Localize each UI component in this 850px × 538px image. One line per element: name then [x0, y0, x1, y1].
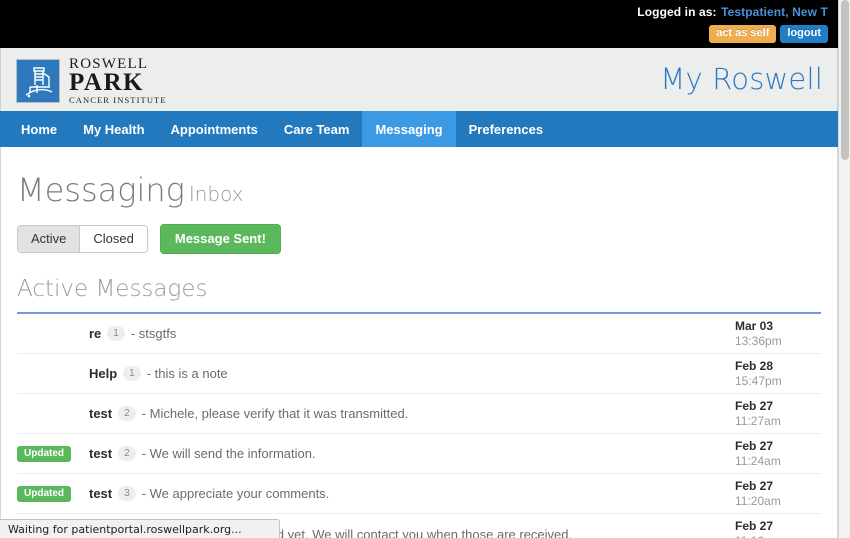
message-timestamp: Feb 2711:16am	[735, 519, 821, 538]
logo-line-cancer-institute: CANCER INSTITUTE	[69, 95, 167, 105]
browser-status-bar: Waiting for patientportal.roswellpark.or…	[0, 519, 280, 538]
message-timestamp: Feb 28 15:47pm	[735, 359, 821, 389]
message-subject: test	[89, 486, 113, 501]
message-count-badge: 2	[118, 446, 136, 461]
logged-in-line: Logged in as: Testpatient, New T	[637, 3, 828, 21]
message-filter-group: Active Closed	[17, 225, 148, 253]
nav-item-preferences[interactable]: Preferences	[456, 111, 556, 147]
message-date: Feb 28	[735, 358, 774, 373]
account-info: Logged in as: Testpatient, New T act as …	[637, 3, 828, 44]
message-timestamp: Feb 27 11:27am	[735, 399, 821, 429]
message-date: Feb 27	[735, 398, 774, 413]
message-timestamp: Feb 27 11:20am	[735, 479, 821, 509]
message-count-badge: 2	[118, 406, 136, 421]
account-actions: act as self logout	[637, 25, 828, 44]
logout-button[interactable]: logout	[780, 25, 828, 44]
message-flag-cell: Updated	[17, 485, 89, 502]
message-summary: Help 1 - this is a note	[89, 366, 735, 381]
message-subject: test	[89, 446, 113, 461]
main-content: Messaging Inbox Active Closed Message Sen…	[0, 147, 838, 538]
message-date: Feb 27	[735, 519, 774, 533]
message-list: re 1 - stsgtfs Mar 03 13:36pm Help 1 - this is …	[17, 314, 821, 538]
roswell-building-icon	[16, 58, 60, 103]
message-row[interactable]: Updated test 3 - We appreciate your comment…	[17, 474, 821, 514]
page-title-sub: Inbox	[188, 182, 244, 206]
logged-in-label: Logged in as:	[637, 5, 717, 19]
message-row[interactable]: Updated test 2 - We will send the informati…	[17, 434, 821, 474]
message-time: 15:47pm	[735, 373, 782, 388]
message-timestamp: Mar 03 13:36pm	[735, 319, 821, 349]
message-row[interactable]: re 1 - stsgtfs Mar 03 13:36pm	[17, 314, 821, 354]
status-text: Waiting for patientportal.roswellpark.or…	[8, 522, 242, 536]
message-time: 11:27am	[735, 413, 781, 428]
filter-closed-button[interactable]: Closed	[80, 226, 147, 252]
message-time: 13:36pm	[735, 333, 782, 348]
message-preview: - this is a note	[146, 366, 228, 381]
message-summary: re 1 - stsgtfs	[89, 326, 735, 341]
filter-active-button[interactable]: Active	[18, 226, 81, 252]
message-summary: test 2 - We will send the information.	[89, 446, 735, 461]
message-preview: - We appreciate your comments.	[141, 486, 330, 501]
message-flag-cell: Updated	[17, 445, 89, 462]
message-date: Mar 03	[735, 318, 774, 333]
top-utility-bar: Logged in as: Testpatient, New T act as …	[0, 0, 838, 48]
message-date: Feb 27	[735, 438, 774, 453]
updated-badge: Updated	[17, 445, 71, 462]
message-count-badge: 3	[118, 486, 136, 501]
message-timestamp: Feb 27 11:24am	[735, 439, 821, 469]
updated-badge: Updated	[17, 485, 71, 502]
message-row[interactable]: Help 1 - this is a note Feb 28 15:47pm	[17, 354, 821, 394]
message-sent-button[interactable]: Message Sent!	[159, 224, 281, 254]
nav-item-messaging[interactable]: Messaging	[362, 111, 456, 147]
message-row[interactable]: test 2 - Michele, please verify that it wa…	[17, 394, 821, 434]
message-preview: - stsgtfs	[130, 326, 177, 341]
portal-name: My Roswell	[660, 62, 823, 96]
nav-item-care-team[interactable]: Care Team	[271, 111, 363, 147]
page-title-main: Messaging	[17, 171, 185, 209]
roswell-park-wordmark: ROSWELL PARK CANCER INSTITUTE	[69, 57, 167, 105]
logo-line-park: PARK	[69, 69, 144, 96]
message-time: 11:20am	[735, 493, 781, 508]
message-count-badge: 1	[123, 366, 141, 381]
roswell-park-logo[interactable]: ROSWELL PARK CANCER INSTITUTE	[16, 57, 167, 105]
message-subject: Help	[89, 366, 118, 381]
nav-item-home[interactable]: Home	[8, 111, 70, 147]
message-preview: - Michele, please verify that it was tra…	[141, 406, 409, 421]
nav-item-appointments[interactable]: Appointments	[158, 111, 271, 147]
logged-in-username[interactable]: Testpatient, New T	[721, 5, 828, 19]
act-as-self-button[interactable]: act as self	[709, 25, 777, 44]
section-title-active-messages: Active Messages	[17, 276, 208, 302]
nav-item-my-health[interactable]: My Health	[70, 111, 157, 147]
main-navigation: Home My Health Appointments Care Team Me…	[0, 111, 838, 147]
message-subject: test	[89, 406, 113, 421]
page-title: Messaging Inbox	[17, 173, 821, 211]
message-summary: test 3 - We appreciate your comments.	[89, 486, 735, 501]
page-scrollbar-thumb[interactable]	[841, 0, 849, 160]
message-date: Feb 27	[735, 478, 774, 493]
message-count-badge: 1	[107, 326, 125, 341]
message-summary: test 2 - Michele, please verify that it wa…	[89, 406, 735, 421]
page-scrollbar[interactable]	[838, 0, 850, 538]
message-subject: re	[89, 326, 102, 341]
brand-header: ROSWELL PARK CANCER INSTITUTE My Roswell	[0, 48, 838, 111]
inbox-toolbar: Active Closed Message Sent!	[17, 224, 821, 254]
browser-viewport: Logged in as: Testpatient, New T act as …	[0, 0, 850, 538]
message-preview: - We will send the information.	[141, 446, 316, 461]
message-time: 11:24am	[735, 453, 781, 468]
message-time: 11:16am	[735, 534, 811, 538]
